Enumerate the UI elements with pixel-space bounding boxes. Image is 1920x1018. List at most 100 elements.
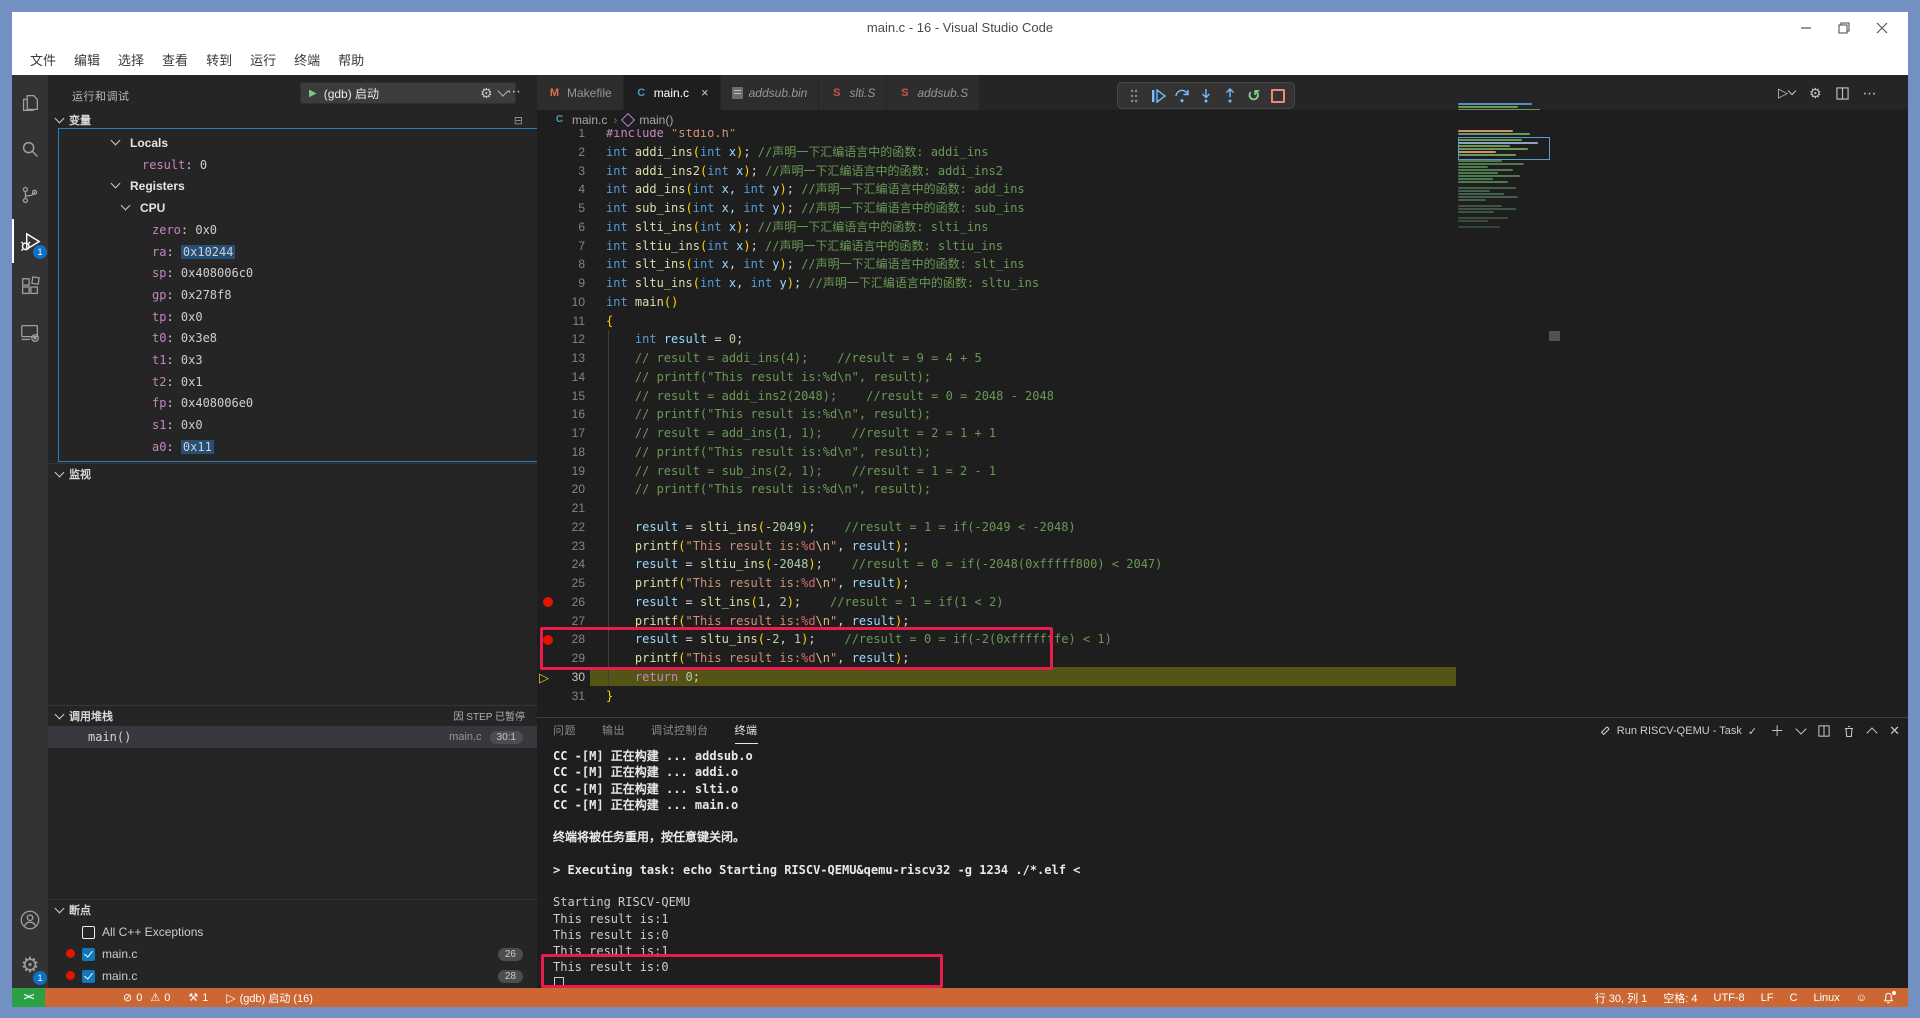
menu-item[interactable]: 帮助: [338, 50, 364, 69]
panel-tab-问题[interactable]: 问题: [553, 722, 576, 744]
code-line-16[interactable]: // printf("This result is:%d\n", result)…: [606, 405, 931, 424]
restore-button[interactable]: [1838, 22, 1850, 34]
minimize-button[interactable]: [1800, 22, 1812, 34]
breakpoint-checkbox[interactable]: [82, 926, 95, 939]
section-watch[interactable]: 监视: [48, 463, 537, 483]
breakpoint-row[interactable]: main.c26: [48, 943, 537, 965]
panel-tab-输出[interactable]: 输出: [602, 722, 625, 744]
variable-row[interactable]: s1: 0x0: [48, 414, 537, 436]
step-over-button[interactable]: [1171, 85, 1193, 107]
variable-row[interactable]: sp: 0x408006c0: [48, 262, 537, 284]
more-actions-icon[interactable]: ⋯: [1863, 85, 1877, 102]
editor-tab-addsub.bin[interactable]: addsub.bin: [721, 75, 820, 110]
variable-row[interactable]: ra: 0x10244: [48, 241, 537, 263]
code-line-14[interactable]: // printf("This result is:%d\n", result)…: [606, 368, 931, 387]
code-line-11[interactable]: {: [606, 312, 613, 331]
menu-item[interactable]: 选择: [118, 50, 144, 69]
line-number[interactable]: 8: [537, 255, 585, 274]
line-number[interactable]: 7: [537, 237, 585, 256]
code-line-27[interactable]: printf("This result is:%d\n", result);: [606, 612, 910, 631]
code-line-26[interactable]: result = slt_ins(1, 2); //result = 1 = i…: [606, 593, 1003, 612]
tasks-indicator[interactable]: ⚒1: [188, 991, 208, 1004]
code-line-28[interactable]: result = sltu_ins(-2, 1); //result = 0 =…: [606, 630, 1112, 649]
code-line-8[interactable]: int slt_ins(int x, int y); //声明一下汇编语言中的函…: [606, 255, 1025, 274]
step-out-button[interactable]: [1219, 85, 1241, 107]
code-line-12[interactable]: int result = 0;: [606, 330, 743, 349]
variable-row[interactable]: t1: 0x3: [48, 349, 537, 371]
variable-row[interactable]: Registers: [48, 175, 537, 197]
line-number[interactable]: 13: [537, 349, 585, 368]
more-actions-icon[interactable]: ⋯: [507, 83, 521, 100]
code-line-5[interactable]: int sub_ins(int x, int y); //声明一下汇编语言中的函…: [606, 199, 1025, 218]
problems-indicator[interactable]: ⊘0 ⚠0: [123, 991, 170, 1004]
breakpoint-checkbox[interactable]: [82, 970, 95, 983]
line-number[interactable]: 22: [537, 518, 585, 537]
breadcrumb-symbol[interactable]: main(): [639, 113, 673, 127]
code-line-4[interactable]: int add_ins(int x, int y); //声明一下汇编语言中的函…: [606, 180, 1025, 199]
panel-tab-调试控制台[interactable]: 调试控制台: [651, 722, 709, 744]
variable-row[interactable]: t2: 0x1: [48, 371, 537, 393]
line-number[interactable]: 31: [537, 687, 585, 706]
explorer-icon[interactable]: [12, 81, 48, 125]
source-control-icon[interactable]: [12, 173, 48, 217]
variable-row[interactable]: result: 0: [48, 154, 537, 176]
code-line-20[interactable]: // printf("This result is:%d\n", result)…: [606, 480, 931, 499]
code-line-18[interactable]: // printf("This result is:%d\n", result)…: [606, 443, 931, 462]
variable-row[interactable]: zero: 0x0: [48, 219, 537, 241]
close-tab-icon[interactable]: ×: [701, 85, 709, 100]
variable-row[interactable]: fp: 0x408006e0: [48, 392, 537, 414]
line-number[interactable]: 14: [537, 368, 585, 387]
continue-button[interactable]: [1147, 85, 1169, 107]
scrollbar-thumb[interactable]: [1549, 331, 1560, 341]
code-line-6[interactable]: int slti_ins(int x); //声明一下汇编语言中的函数: slt…: [606, 218, 989, 237]
editor-tab-slti.S[interactable]: Sslti.S: [819, 75, 887, 110]
code-line-13[interactable]: // result = addi_ins(4); //result = 9 = …: [606, 349, 982, 368]
collapse-all-icon[interactable]: ⊟: [514, 114, 523, 127]
settings-gear-icon[interactable]: ⚙ 1: [12, 943, 48, 987]
search-icon[interactable]: [12, 127, 48, 171]
terminal-task-entry[interactable]: Run RISCV-QEMU - Task ✓: [1599, 725, 1757, 738]
line-number[interactable]: 4: [537, 180, 585, 199]
panel-tab-终端[interactable]: 终端: [735, 722, 758, 744]
variable-row[interactable]: Locals: [48, 132, 537, 154]
line-number[interactable]: 25: [537, 574, 585, 593]
call-stack-frame[interactable]: main() main.c 30:1: [48, 726, 537, 748]
menu-item[interactable]: 运行: [250, 50, 276, 69]
start-debug-icon[interactable]: ▶: [309, 88, 317, 99]
menu-item[interactable]: 文件: [30, 50, 56, 69]
code-line-2[interactable]: int addi_ins(int x); //声明一下汇编语言中的函数: add…: [606, 143, 989, 162]
code-line-30[interactable]: return 0;: [606, 668, 700, 687]
run-and-debug-icon[interactable]: 1: [12, 219, 48, 263]
variable-row[interactable]: gp: 0x278f8: [48, 284, 537, 306]
stop-button[interactable]: [1267, 85, 1289, 107]
line-number[interactable]: 16: [537, 405, 585, 424]
close-panel-icon[interactable]: ✕: [1889, 723, 1900, 739]
drag-grip-icon[interactable]: [1123, 85, 1145, 107]
line-number[interactable]: 12: [537, 330, 585, 349]
code-line-22[interactable]: result = slti_ins(-2049); //result = 1 =…: [606, 518, 1076, 537]
code-line-19[interactable]: // result = sub_ins(2, 1); //result = 1 …: [606, 462, 996, 481]
close-button[interactable]: [1876, 22, 1888, 34]
line-number[interactable]: 20: [537, 480, 585, 499]
line-number[interactable]: 3: [537, 162, 585, 181]
line-number[interactable]: 21: [537, 499, 585, 518]
section-variables[interactable]: 变量 ⊟: [48, 110, 537, 130]
indentation[interactable]: 空格: 4: [1663, 990, 1697, 1006]
split-editor-icon[interactable]: [1836, 87, 1849, 100]
debug-settings-gear-icon[interactable]: ⚙: [480, 85, 493, 102]
notifications-bell-icon[interactable]: [1883, 992, 1894, 1004]
remote-explorer-icon[interactable]: [12, 311, 48, 355]
line-number[interactable]: 10: [537, 293, 585, 312]
breadcrumb[interactable]: C main.c › main(): [537, 110, 1908, 129]
line-number[interactable]: 9: [537, 274, 585, 293]
line-number[interactable]: 6: [537, 218, 585, 237]
encoding[interactable]: UTF-8: [1714, 992, 1745, 1004]
line-number[interactable]: 2: [537, 143, 585, 162]
code-line-23[interactable]: printf("This result is:%d\n", result);: [606, 537, 910, 556]
line-number[interactable]: 23: [537, 537, 585, 556]
feedback-icon[interactable]: ☺: [1856, 992, 1867, 1004]
terminal-dropdown-icon[interactable]: [1795, 723, 1806, 734]
menu-item[interactable]: 转到: [206, 50, 232, 69]
line-number[interactable]: 17: [537, 424, 585, 443]
code-line-29[interactable]: printf("This result is:%d\n", result);: [606, 649, 910, 668]
